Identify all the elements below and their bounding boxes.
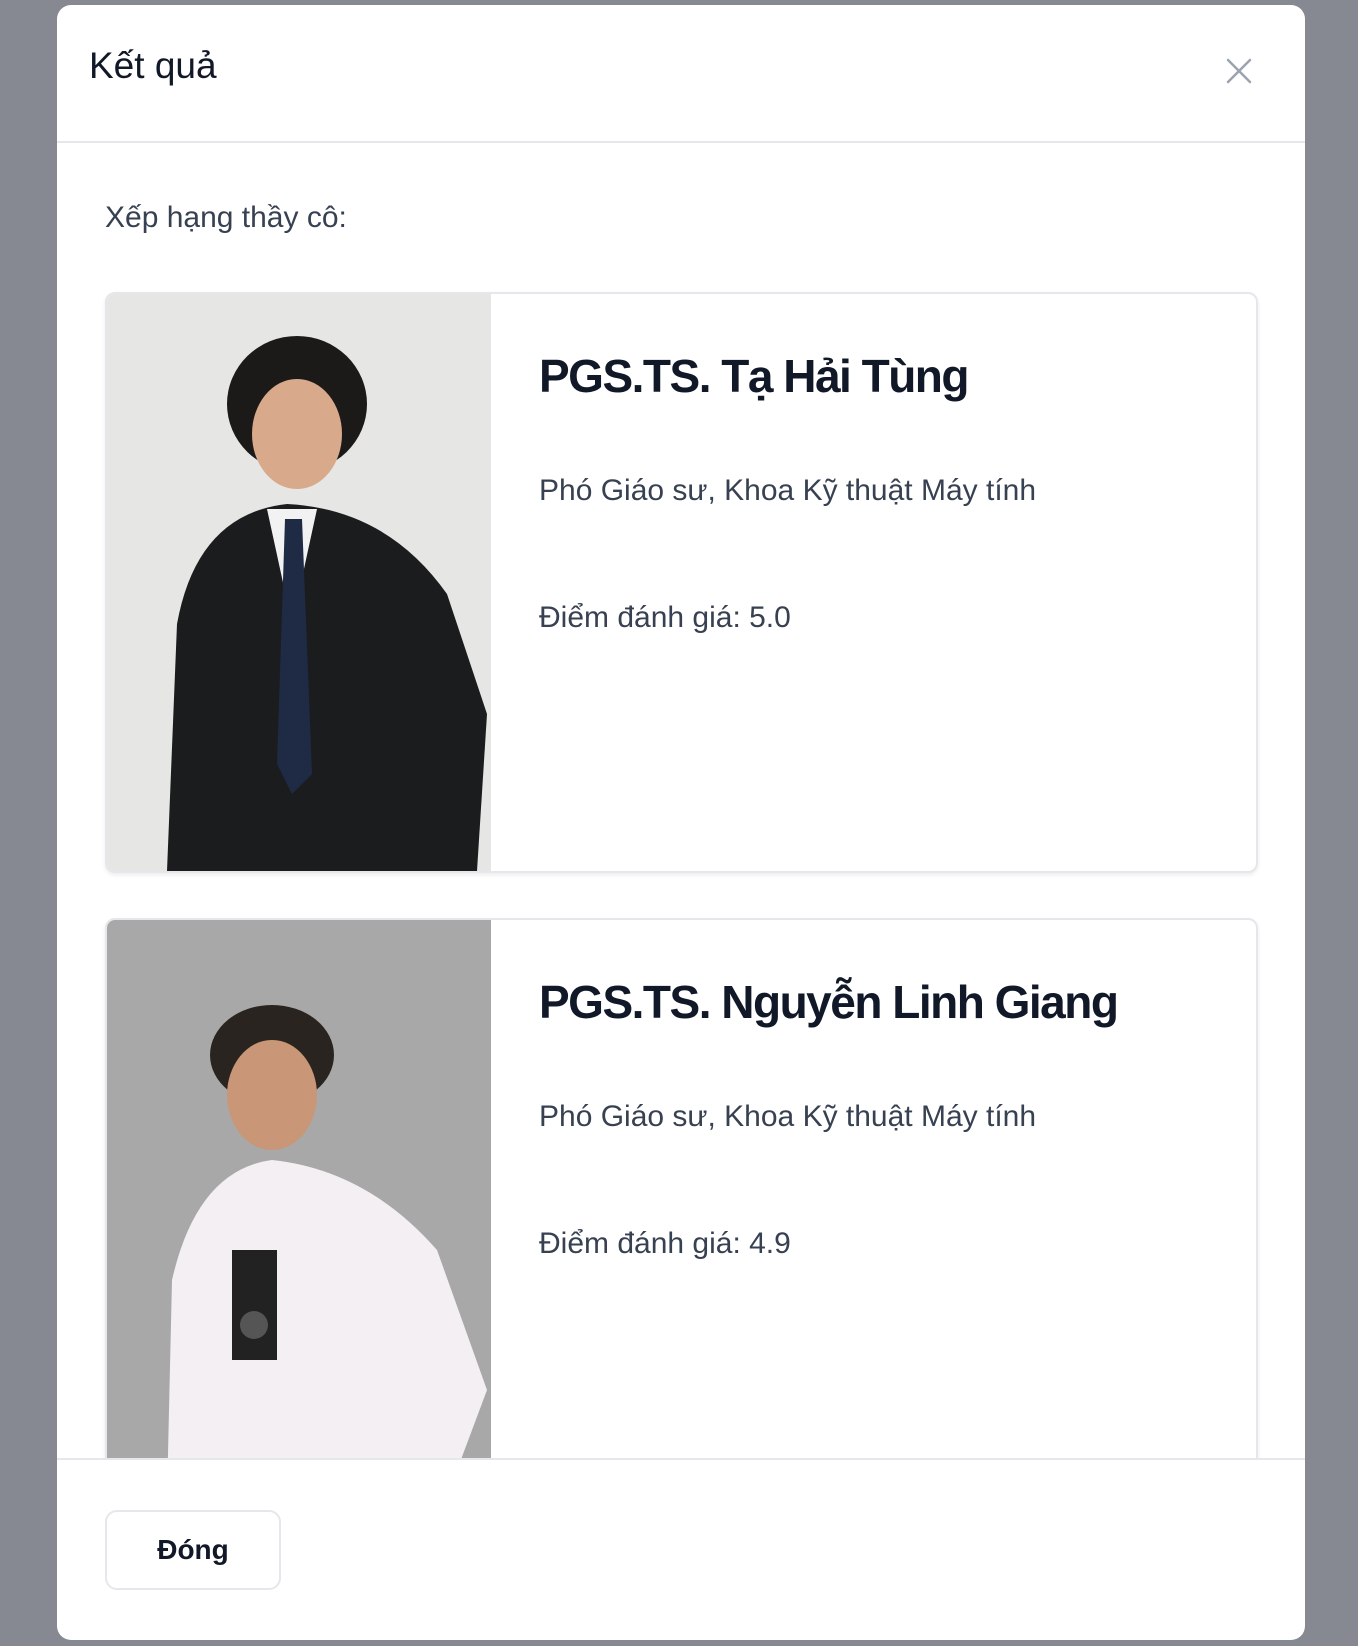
close-button[interactable]: Đóng <box>105 1510 281 1590</box>
teacher-role: Phó Giáo sư, Khoa Kỹ thuật Máy tính <box>539 474 1037 507</box>
modal-title: Kết quả <box>89 45 217 86</box>
teacher-photo <box>107 294 491 871</box>
teacher-card: PGS.TS. Tạ Hải Tùng Phó Giáo sư, Khoa Kỹ… <box>105 292 1258 873</box>
teacher-name: PGS.TS. Tạ Hải Tùng <box>539 350 969 402</box>
teacher-photo <box>107 920 491 1458</box>
ranking-label: Xếp hạng thầy cô: <box>105 201 347 234</box>
teacher-name: PGS.TS. Nguyễn Linh Giang <box>539 976 1119 1028</box>
teacher-score: Điểm đánh giá: 4.9 <box>539 1227 791 1260</box>
close-icon[interactable] <box>1223 55 1255 87</box>
results-modal: Kết quả Xếp hạng thầy cô: PGS.TS. Tạ Hải… <box>57 5 1305 1640</box>
teacher-score: Điểm đánh giá: 5.0 <box>539 601 791 634</box>
modal-footer: Đóng <box>57 1458 1305 1640</box>
modal-body[interactable]: Xếp hạng thầy cô: PGS.TS. Tạ Hải Tùng Ph… <box>57 143 1305 1458</box>
teacher-role: Phó Giáo sư, Khoa Kỹ thuật Máy tính <box>539 1100 1037 1133</box>
teacher-card: PGS.TS. Nguyễn Linh Giang Phó Giáo sư, K… <box>105 918 1258 1458</box>
modal-header: Kết quả <box>57 5 1305 143</box>
